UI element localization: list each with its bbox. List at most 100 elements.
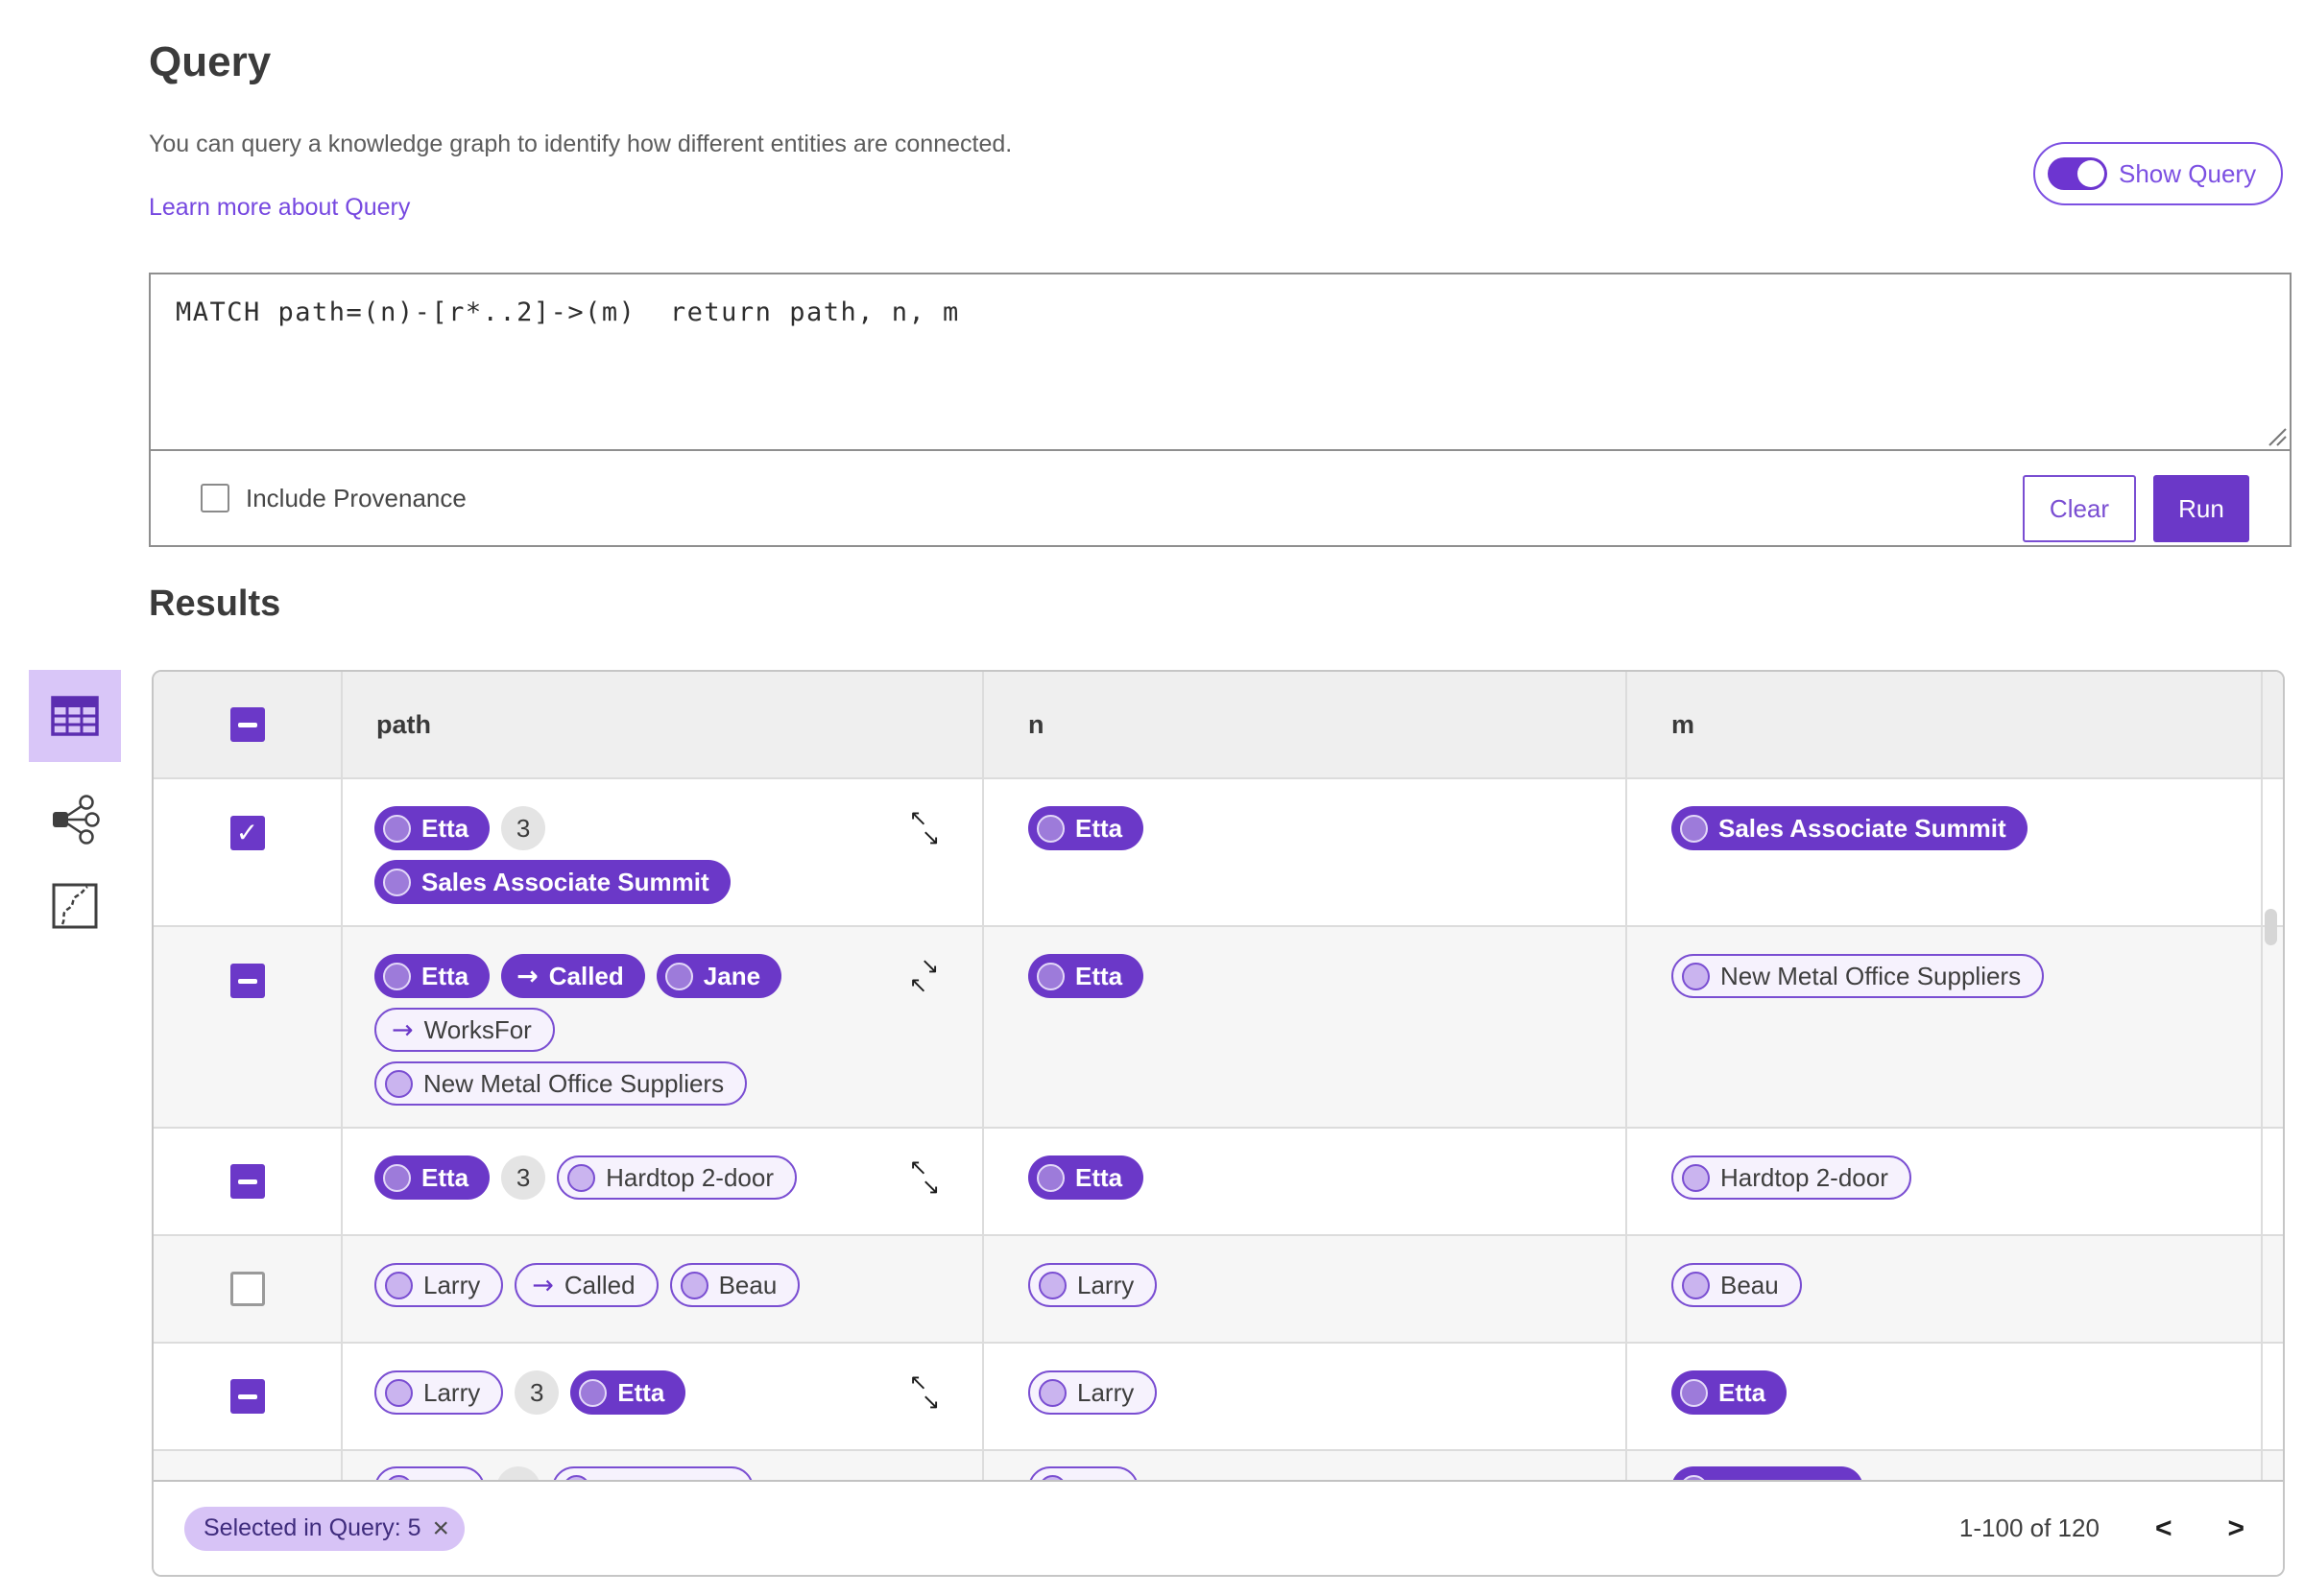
node-pill[interactable]: Etta [570,1370,686,1415]
m-cell: Etta [1627,1344,2263,1449]
next-page-button[interactable]: > [2227,1513,2244,1543]
row-checkbox[interactable] [229,1272,265,1306]
arrow-glyph: ↘ [922,825,941,850]
node-pill[interactable]: Beau [669,1263,801,1307]
n-cell: Larry [984,1236,1627,1342]
pill-label: Larry [1077,1270,1135,1299]
row-checkbox[interactable]: ✓ [229,816,265,850]
collapse-cell-icon[interactable]: ↘ ↖ [909,956,948,1000]
arrow-glyph: ↖ [909,973,928,998]
node-circle-icon [1037,814,1065,843]
show-query-toggle[interactable]: Show Query [2033,142,2284,205]
toggle-knob [2077,160,2104,187]
page-description: You can query a knowledge graph to ident… [149,131,1013,157]
resize-grip-icon[interactable] [2266,425,2287,446]
pill-label: New Metal Office Suppliers [1720,961,2022,990]
node-pill[interactable]: Sales Associate Summit [1671,806,2028,850]
learn-more-link[interactable]: Learn more about Query [149,194,410,222]
check-mark: ✓ [235,817,259,848]
node-pill[interactable]: Beau [1671,1263,1802,1307]
node-pill[interactable] [552,1466,754,1480]
table-scrollbar-thumb[interactable] [2265,909,2277,945]
clear-button[interactable]: Clear [2023,475,2136,542]
column-header-n[interactable]: n [984,672,1627,777]
path-cell: Etta 3 Hardtop 2-door ↖ ↘ [343,1129,984,1234]
node-pill[interactable]: Etta [1028,1155,1144,1200]
query-input[interactable] [151,274,2290,449]
map-view-button[interactable] [48,879,102,933]
node-pill[interactable]: Etta [1028,806,1144,850]
m-cell: Beau [1627,1236,2263,1342]
node-circle-icon [1039,1271,1067,1299]
pill-label: Larry [423,1377,481,1407]
count-badge: 3 [515,1370,560,1415]
include-provenance-checkbox[interactable] [201,484,229,512]
selected-in-query-chip[interactable]: Selected in Query: 5 × [184,1506,466,1551]
n-cell [984,1451,1627,1480]
table-icon [51,696,99,736]
m-cell: Sales Associate Summit [1627,779,2263,925]
edge-pill[interactable]: → WorksFor [374,1008,555,1052]
node-pill[interactable]: New Metal Office Suppliers [374,1061,748,1106]
include-provenance[interactable]: Include Provenance [201,451,467,545]
row-checkbox[interactable] [229,964,265,998]
node-circle-icon [1037,962,1065,990]
node-circle-icon [1682,962,1710,990]
pill-label: Etta [1718,1377,1766,1407]
node-pill[interactable]: Larry [1028,1263,1158,1307]
expand-cell-icon[interactable]: ↖ ↘ [909,1157,948,1202]
previous-page-button[interactable]: < [2155,1513,2172,1543]
arrow-glyph: ↘ [922,1390,941,1415]
node-pill[interactable]: Larry [1028,1370,1158,1415]
table-row: Etta → Called Jane → WorksFor New Metal Office… [154,927,2283,1129]
chip-label: Selected in Query: 5 [204,1514,421,1541]
query-page: Query You can query a knowledge graph to… [0,0,2304,1596]
column-header-m[interactable]: m [1627,672,2263,777]
n-cell: Larry [984,1344,1627,1449]
node-circle-icon [385,1378,413,1407]
graph-view-button[interactable] [44,789,106,850]
path-cell: Etta 3 Sales Associate Summit ↖ ↘ [343,779,984,925]
node-pill[interactable]: Hardtop 2-door [557,1155,798,1200]
run-button[interactable]: Run [2153,475,2249,542]
chip-close-icon[interactable]: × [433,1513,450,1543]
node-pill[interactable]: Etta [1671,1370,1788,1415]
edge-pill[interactable]: → Called [501,954,645,998]
node-pill[interactable]: New Metal Office Suppliers [1671,954,2045,998]
select-all-checkbox[interactable] [229,707,265,742]
node-pill[interactable]: Jane [656,954,782,998]
table-row: ✓ Etta 3 Sales Associate Summit ↖ ↘ Etta Sales … [154,779,2283,927]
arrow-glyph: ↘ [922,1175,941,1200]
indeterminate-mark [237,722,257,727]
path-cell: Etta → Called Jane → WorksFor New Metal Office… [343,927,984,1127]
row-checkbox[interactable] [229,1164,265,1199]
m-cell: Hardtop 2-door [1627,1129,2263,1234]
node-pill[interactable]: Sales Associate Summit [374,860,731,904]
m-cell: New Metal Office Suppliers [1627,927,2263,1127]
pill-label: Etta [421,813,469,843]
expand-cell-icon[interactable]: ↖ ↘ [909,808,948,852]
node-pill[interactable]: Hardtop 2-door [1671,1155,1911,1200]
column-header-path[interactable]: path [343,672,984,777]
query-controls-bar: Include Provenance Clear Run [151,451,2290,545]
row-checkbox[interactable] [229,1379,265,1414]
expand-cell-icon[interactable]: ↖ ↘ [909,1372,948,1417]
pill-label: Etta [1075,1162,1123,1192]
node-pill[interactable] [374,1466,485,1480]
node-pill[interactable] [1671,1466,1863,1480]
node-pill[interactable]: Etta [374,954,491,998]
path-cell: Larry 3 Etta ↖ ↘ [343,1344,984,1449]
node-pill[interactable]: Etta [1028,954,1144,998]
node-circle-icon [567,1163,596,1192]
edge-pill[interactable]: → Called [515,1263,659,1307]
toggle-switch-icon[interactable] [2048,157,2107,190]
node-pill[interactable] [1028,1466,1139,1480]
node-pill[interactable]: Larry [374,1263,504,1307]
include-provenance-label: Include Provenance [246,483,467,512]
node-pill[interactable]: Etta [374,1155,491,1200]
table-view-button[interactable] [29,670,121,762]
node-pill[interactable]: Etta [374,806,491,850]
n-cell: Etta [984,1129,1627,1234]
pill-label: Beau [718,1270,778,1299]
node-pill[interactable]: Larry [374,1370,504,1415]
